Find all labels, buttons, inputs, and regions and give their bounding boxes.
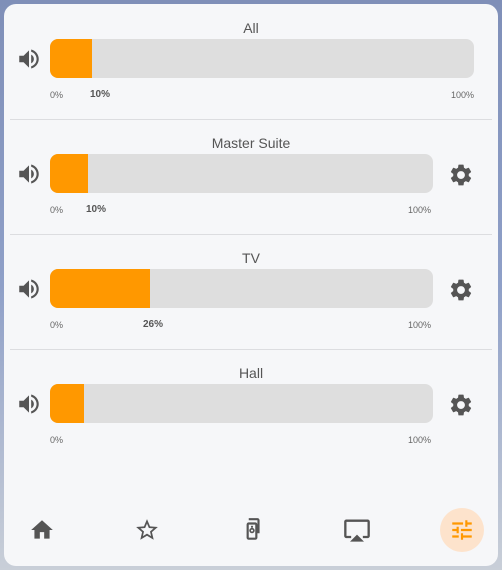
volume-fill	[50, 384, 85, 423]
volume-fill	[50, 154, 89, 193]
bottom-nav	[4, 504, 498, 560]
volume-fill	[50, 39, 93, 78]
min-label: 0%	[50, 205, 64, 215]
volume-slider[interactable]	[50, 269, 433, 308]
speaker-volume-icon[interactable]	[16, 391, 42, 417]
volume-slider[interactable]	[50, 384, 433, 423]
nav-airplay[interactable]	[335, 508, 379, 552]
zone-hall: Hall 0% 100%	[4, 349, 498, 463]
nav-home[interactable]	[20, 508, 64, 552]
volume-slider[interactable]	[50, 39, 474, 78]
max-label: 100%	[408, 435, 432, 445]
speaker-icon	[239, 517, 265, 543]
min-label: 0%	[50, 435, 64, 445]
home-icon	[29, 517, 55, 543]
min-label: 0%	[50, 90, 64, 100]
volume-label: 10%	[86, 204, 107, 215]
nav-speakers[interactable]	[230, 508, 274, 552]
gear-icon[interactable]	[448, 392, 474, 418]
volume-label: 26%	[143, 319, 164, 330]
star-icon	[134, 517, 160, 543]
speaker-volume-icon[interactable]	[16, 276, 42, 302]
tune-icon	[449, 517, 475, 543]
nav-mixer[interactable]	[440, 508, 484, 552]
zone-all: All 0% 10% 100%	[4, 4, 498, 118]
max-label: 100%	[408, 320, 432, 330]
zone-name: Master Suite	[211, 135, 291, 151]
volume-slider[interactable]	[50, 154, 433, 193]
volume-fill	[50, 269, 150, 308]
speaker-volume-icon[interactable]	[16, 46, 42, 72]
max-label: 100%	[451, 90, 475, 100]
zone-name: TV	[242, 250, 260, 266]
gear-icon[interactable]	[448, 277, 474, 303]
zone-name: All	[243, 20, 259, 36]
nav-favorites[interactable]	[125, 508, 169, 552]
speaker-volume-icon[interactable]	[16, 161, 42, 187]
volume-panel: All 0% 10% 100% Master Suite 0% 10% 100%…	[4, 4, 498, 566]
volume-label: 10%	[90, 89, 111, 100]
max-label: 100%	[408, 205, 432, 215]
airplay-icon	[343, 516, 371, 544]
zone-name: Hall	[238, 365, 264, 381]
zone-master-suite: Master Suite 0% 10% 100%	[4, 119, 498, 233]
zone-tv: TV 0% 26% 100%	[4, 234, 498, 348]
min-label: 0%	[50, 320, 64, 330]
gear-icon[interactable]	[448, 162, 474, 188]
